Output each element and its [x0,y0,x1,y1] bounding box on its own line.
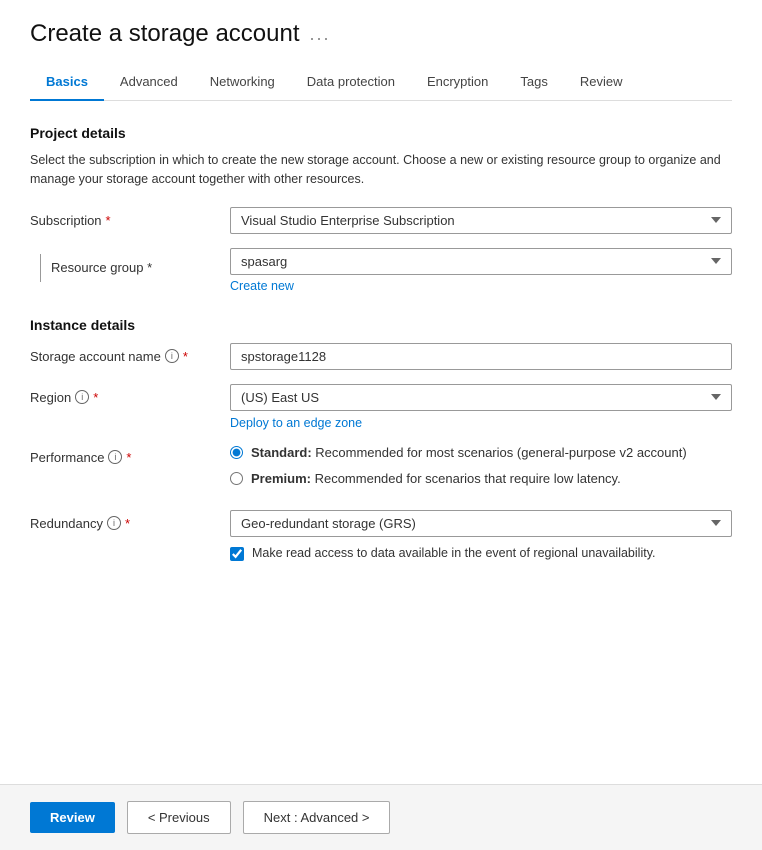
storage-account-name-control [230,343,732,370]
redundancy-row: Redundancy i * Geo-redundant storage (GR… [30,510,732,563]
redundancy-required: * [125,516,130,531]
storage-account-name-input[interactable] [230,343,732,370]
tab-networking[interactable]: Networking [194,64,291,101]
tab-data-protection[interactable]: Data protection [291,64,411,101]
main-content: Create a storage account ... Basics Adva… [0,0,762,784]
region-control: (US) East US Deploy to an edge zone [230,384,732,430]
redundancy-info-icon[interactable]: i [107,516,121,530]
performance-standard-label: Standard: Recommended for most scenarios… [251,444,687,462]
resource-group-row: Resource group * spasarg Create new [30,248,732,293]
tab-advanced[interactable]: Advanced [104,64,194,101]
subscription-row: Subscription * Visual Studio Enterprise … [30,207,732,234]
previous-button[interactable]: < Previous [127,801,231,834]
deploy-edge-link[interactable]: Deploy to an edge zone [230,416,732,430]
footer: Review < Previous Next : Advanced > [0,784,762,850]
performance-premium-option: Premium: Recommended for scenarios that … [230,470,732,488]
create-new-link[interactable]: Create new [230,279,732,293]
page-title: Create a storage account ... [30,20,732,48]
performance-premium-label: Premium: Recommended for scenarios that … [251,470,621,488]
title-dots: ... [310,24,331,45]
resource-group-label: Resource group * [51,254,152,275]
resource-group-control: spasarg Create new [230,248,732,293]
resource-indent: Resource group * [30,248,230,282]
redundancy-control: Geo-redundant storage (GRS) Make read ac… [230,510,732,563]
resource-group-dropdown[interactable]: spasarg [230,248,732,275]
performance-label: Performance i * [30,444,230,465]
region-dropdown[interactable]: (US) East US [230,384,732,411]
tab-tags[interactable]: Tags [504,64,563,101]
region-row: Region i * (US) East US Deploy to an edg… [30,384,732,430]
read-access-label: Make read access to data available in th… [252,545,656,563]
subscription-required: * [106,213,111,228]
performance-row: Performance i * Standard: Recommended fo… [30,444,732,496]
subscription-dropdown[interactable]: Visual Studio Enterprise Subscription [230,207,732,234]
indent-bar [40,254,41,282]
project-details-title: Project details [30,125,732,141]
redundancy-label: Redundancy i * [30,510,230,531]
read-access-row: Make read access to data available in th… [230,545,732,563]
performance-control: Standard: Recommended for most scenarios… [230,444,732,496]
performance-info-icon[interactable]: i [108,450,122,464]
resource-group-required: * [147,260,152,275]
title-text: Create a storage account [30,20,300,48]
tab-review[interactable]: Review [564,64,639,101]
tabs-bar: Basics Advanced Networking Data protecti… [30,64,732,101]
subscription-control: Visual Studio Enterprise Subscription [230,207,732,234]
tab-encryption[interactable]: Encryption [411,64,504,101]
region-required: * [93,390,98,405]
subscription-label: Subscription * [30,207,230,228]
performance-standard-option: Standard: Recommended for most scenarios… [230,444,732,462]
project-details-description: Select the subscription in which to crea… [30,151,732,189]
region-label: Region i * [30,384,230,405]
tab-basics[interactable]: Basics [30,64,104,101]
instance-details-title: Instance details [30,317,732,333]
storage-account-name-row: Storage account name i * [30,343,732,370]
project-details-section: Project details Select the subscription … [30,125,732,293]
read-access-checkbox[interactable] [230,547,244,561]
storage-name-required: * [183,349,188,364]
page-container: Create a storage account ... Basics Adva… [0,0,762,850]
instance-details-section: Instance details Storage account name i … [30,317,732,563]
performance-standard-radio[interactable] [230,446,243,459]
storage-name-info-icon[interactable]: i [165,349,179,363]
review-button[interactable]: Review [30,802,115,833]
redundancy-dropdown[interactable]: Geo-redundant storage (GRS) [230,510,732,537]
performance-premium-radio[interactable] [230,472,243,485]
storage-account-name-label: Storage account name i * [30,343,230,364]
performance-required: * [126,450,131,465]
region-info-icon[interactable]: i [75,390,89,404]
next-button[interactable]: Next : Advanced > [243,801,391,834]
